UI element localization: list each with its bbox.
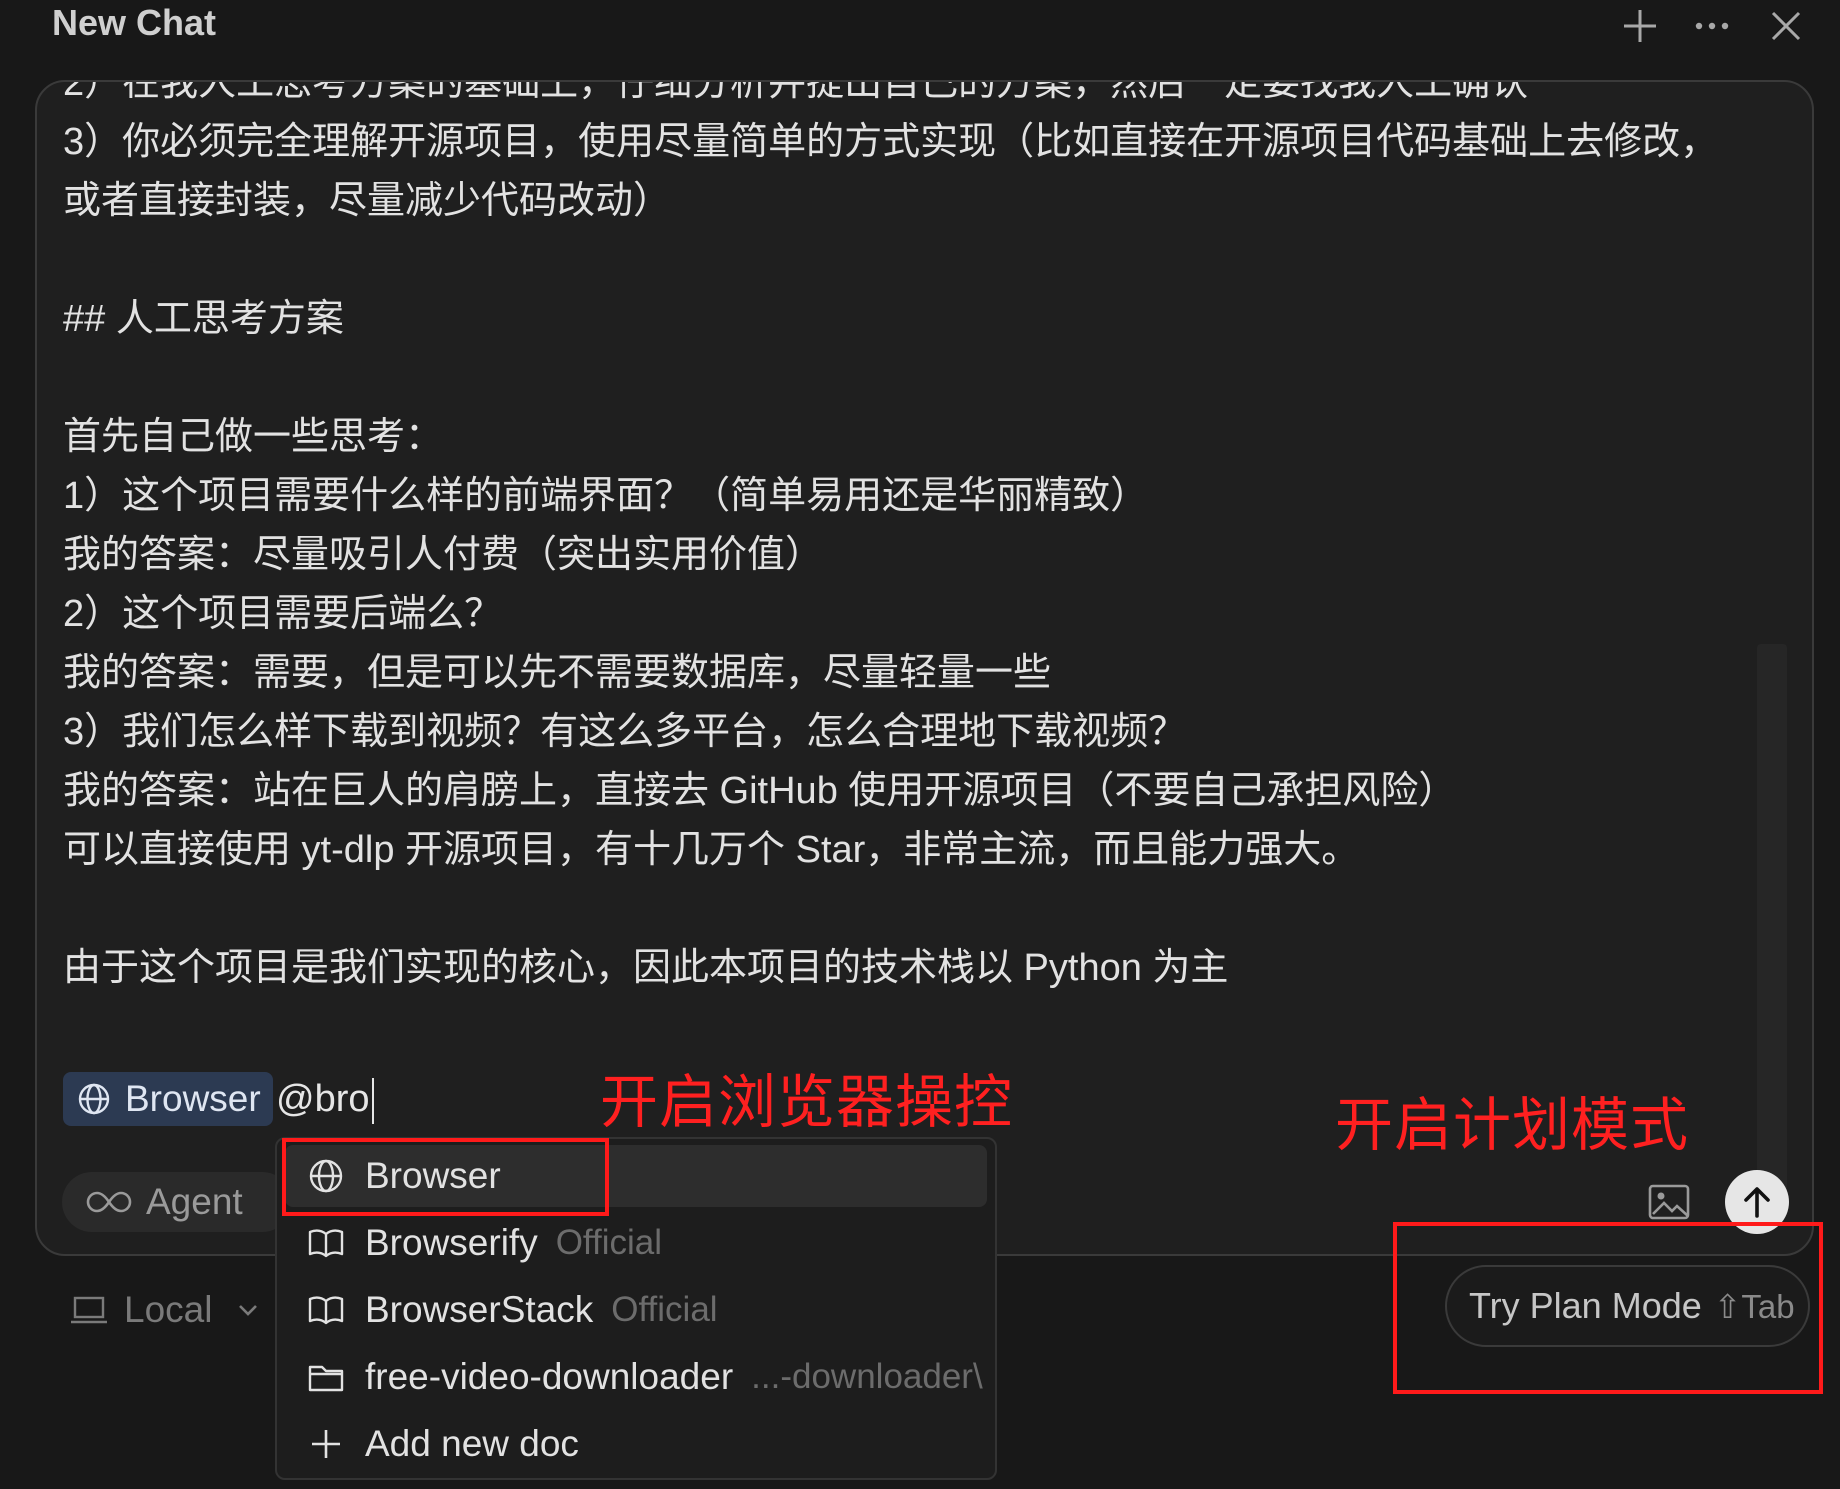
highlight-box-browser (282, 1138, 609, 1216)
annotation-plan-mode: 开启计划模式 (1335, 1093, 1690, 1158)
menu-item-folder[interactable]: free-video-downloader ...-downloader\ (285, 1346, 987, 1408)
typed-mention-query[interactable]: @bro (276, 1072, 374, 1126)
close-icon[interactable] (1764, 4, 1808, 48)
globe-icon (78, 1083, 110, 1115)
editor-line: 3）我们怎么样下载到视频？有这么多平台，怎么合理地下载视频？ (63, 711, 1187, 753)
editor-line: 1）这个项目需要什么样的前端界面？（简单易用还是华丽精致） (63, 475, 1149, 517)
editor-line: 3）你必须完全理解开源项目，使用尽量简单的方式实现（比如直接在开源项目代码基础上… (63, 121, 1719, 163)
editor-line: 可以直接使用 yt-dlp 开源项目，有十几万个 Star，非常主流，而且能力强… (63, 829, 1360, 871)
annotation-browser-control: 开启浏览器操控 (600, 1070, 1014, 1135)
menu-item-label: free-video-downloader (365, 1356, 734, 1397)
arrow-up-icon (1744, 1187, 1770, 1218)
menu-item-label: BrowserStack (365, 1289, 594, 1330)
environment-selector[interactable]: Local (70, 1280, 260, 1340)
title-bar: New Chat (0, 0, 1840, 60)
editor-line: 由于这个项目是我们实现的核心，因此本项目的技术栈以 Python 为主 (63, 947, 1229, 989)
agent-mode-label: Agent (146, 1181, 243, 1222)
message-editor[interactable]: 2）在我人工思考方案的基础上，仔细分析并提出自己的方案，然后一定要找我人工确认 3… (63, 82, 1763, 1122)
editor-scrollbar[interactable] (1757, 644, 1787, 1212)
attach-image-icon[interactable] (1647, 1182, 1691, 1222)
editor-line: 我的答案：尽量吸引人付费（突出实用价值） (63, 534, 824, 576)
editor-line: 2）在我人工思考方案的基础上，仔细分析并提出自己的方案，然后一定要找我人工确认 (63, 80, 1529, 104)
menu-item-badge: Official (555, 1223, 663, 1262)
menu-item-label: Add new doc (365, 1423, 579, 1464)
chat-title: New Chat (52, 2, 217, 43)
environment-label: Local (124, 1289, 213, 1330)
menu-item-badge: Official (611, 1290, 718, 1329)
editor-line: 或者直接封装，尽量减少代码改动） (63, 180, 672, 222)
plus-icon (312, 1430, 340, 1458)
browser-mention-chip[interactable]: Browser (63, 1072, 273, 1126)
menu-item-label: Browserify (365, 1222, 538, 1263)
typed-text: @bro (276, 1078, 370, 1120)
mention-chip-label: Browser (125, 1078, 261, 1119)
infinity-icon (86, 1191, 132, 1213)
folder-icon (308, 1365, 344, 1392)
book-icon (308, 1296, 344, 1325)
agent-mode-button[interactable]: Agent (62, 1172, 292, 1232)
menu-item-browserify[interactable]: Browserify Official (285, 1212, 987, 1274)
book-icon (308, 1229, 344, 1258)
menu-item-add-new-doc[interactable]: Add new doc (285, 1413, 987, 1475)
laptop-icon (71, 1296, 107, 1324)
menu-item-browserstack[interactable]: BrowserStack Official (285, 1279, 987, 1341)
menu-item-path: ...-downloader\ (751, 1357, 983, 1396)
editor-line: ## 人工思考方案 (63, 298, 344, 340)
editor-line: 我的答案：需要，但是可以先不需要数据库，尽量轻量一些 (63, 652, 1052, 694)
editor-line: 首先自己做一些思考： (63, 416, 444, 458)
editor-line: 我的答案：站在巨人的肩膀上，直接去 GitHub 使用开源项目（不要自己承担风险… (63, 770, 1457, 812)
chevron-down-icon (239, 1305, 258, 1316)
new-chat-plus-icon[interactable] (1618, 4, 1662, 48)
highlight-box-plan-mode (1393, 1222, 1823, 1394)
more-options-icon[interactable] (1690, 4, 1734, 48)
text-caret (371, 1077, 374, 1124)
editor-line: 2）这个项目需要后端么？ (63, 593, 503, 635)
